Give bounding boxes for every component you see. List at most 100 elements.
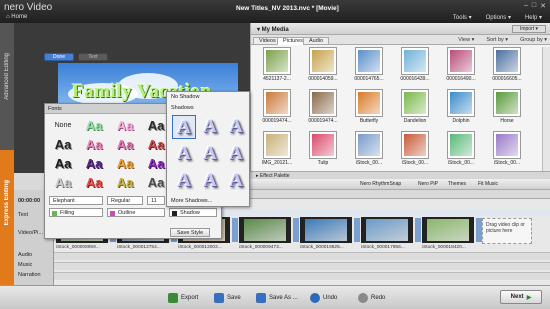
timeline-clip[interactable] [300,217,352,243]
menu-tools[interactable]: Tools ▾ [453,14,472,21]
my-media-header[interactable]: ▾ My Media [251,23,550,35]
media-item-label: 000019474... [262,118,292,124]
shadow-preset[interactable]: A [198,169,222,193]
export-button[interactable]: Export [168,292,198,304]
media-thumbnail [309,89,337,117]
timeline-clip[interactable] [422,217,474,243]
media-item[interactable]: iStock_00... [485,131,529,171]
media-item[interactable]: iStock_00... [439,131,483,171]
media-item[interactable]: Tulip [301,131,345,171]
done-button[interactable]: Done [44,53,74,61]
timecode: 00:00:00 [18,198,41,204]
font-style-none[interactable]: None [49,118,77,134]
media-item[interactable]: 000016605... [485,47,529,87]
font-style-select[interactable]: Regular [107,196,143,205]
font-style-preset[interactable]: Aa [80,175,108,191]
save-as-button[interactable]: Save As ... [256,292,298,304]
themes-button[interactable]: Themes [448,181,466,187]
font-style-preset[interactable]: Aa [49,137,77,153]
shadow-preset[interactable]: A [172,142,196,166]
media-item[interactable]: IMG_20121... [255,131,299,171]
media-item-label: 000014059... [308,76,338,82]
media-item-label: iStock_00... [401,160,429,166]
media-item[interactable]: 4521137-2... [255,47,299,87]
timeline-clip[interactable] [239,217,291,243]
shadow-preset[interactable]: A [172,115,196,139]
tab-audio[interactable]: Audio [303,37,330,45]
audio-track-lane[interactable] [54,252,550,260]
media-item[interactable]: Dolphin [439,89,483,129]
font-style-preset[interactable]: Aa [111,156,139,172]
group-by-menu[interactable]: Group by ▾ [520,37,547,43]
media-thumbnail [263,131,291,159]
media-grid: 4521137-2... 000014059... 000014765... 0000… [255,47,540,208]
text-button[interactable]: Text [78,53,108,61]
media-item-label: IMG_20121... [261,160,293,166]
no-shadow-option[interactable]: No Shadow [171,94,199,100]
transition-slot[interactable] [415,218,421,242]
media-item[interactable]: iStock_00... [393,131,437,171]
shadow-preset[interactable]: A [198,142,222,166]
font-style-preset[interactable]: Aa [49,156,77,172]
save-style-button[interactable]: Save Style [170,228,210,237]
media-thumbnail [309,47,337,75]
media-item-label: Butterfly [359,118,379,124]
transition-slot[interactable] [354,218,360,242]
express-editing-tab[interactable]: Express Editing [0,150,14,285]
next-button[interactable]: Next ▶ [500,290,542,304]
media-item[interactable]: iStock_00... [347,131,391,171]
shadow-preset[interactable]: A [224,115,248,139]
fill-select[interactable]: Filling [49,208,103,217]
save-button[interactable]: Save [214,292,241,304]
font-style-preset[interactable]: Aa [111,137,139,153]
media-item[interactable]: Dandelion [393,89,437,129]
music-track-lane[interactable] [54,262,550,270]
menu-options[interactable]: Options ▾ [486,14,511,21]
shadow-preset[interactable]: A [198,115,222,139]
media-item[interactable]: 000019474... [301,89,345,129]
drop-zone[interactable]: Drag video clip or picture here [482,218,532,244]
menu-help[interactable]: Help ▾ [525,14,542,21]
fit-music-button[interactable]: Fit Music [478,181,498,187]
close-icon[interactable]: ✕ [540,2,546,10]
timeline-clip[interactable] [361,217,413,243]
redo-button[interactable]: Redo [358,292,385,304]
rhythmsnap-button[interactable]: Nero RhythmSnap [360,181,401,187]
media-item[interactable]: 000016439... [393,47,437,87]
transition-slot[interactable] [232,218,238,242]
narration-track-lane[interactable] [54,272,550,280]
shadow-select[interactable]: Shadow [169,208,217,217]
transition-slot[interactable] [293,218,299,242]
font-style-preset[interactable]: Aa [80,156,108,172]
font-style-preset[interactable]: Aa [80,137,108,153]
more-shadows-link[interactable]: More Shadows... [171,198,212,204]
media-item[interactable]: 000014059... [301,47,345,87]
undo-button[interactable]: Undo [310,292,337,304]
media-scrollbar[interactable] [542,47,550,171]
media-item[interactable]: 000014765... [347,47,391,87]
media-item[interactable]: Horse [485,89,529,129]
media-item[interactable]: 000019474... [255,89,299,129]
font-style-preset[interactable]: Aa [49,175,77,191]
font-style-preset[interactable]: Aa [80,118,108,134]
view-menu[interactable]: View ▾ [458,37,474,43]
media-item-label: 000019474... [308,118,338,124]
pip-button[interactable]: Nero PiP [418,181,438,187]
media-item[interactable]: 000016490... [439,47,483,87]
font-style-preset[interactable]: Aa [111,175,139,191]
font-style-preset[interactable]: Aa [111,118,139,134]
import-button[interactable]: Import ▾ [512,25,546,33]
shadow-preset[interactable]: A [224,169,248,193]
font-family-select[interactable]: Elephant [49,196,103,205]
clip-label: iStock_000017956... [361,245,405,250]
font-size-select[interactable]: 11 [147,196,165,205]
minimize-icon[interactable]: – [524,2,528,10]
maximize-icon[interactable]: □ [532,2,536,10]
outline-select[interactable]: Outline [107,208,165,217]
shadow-preset[interactable]: A [224,142,248,166]
home-link[interactable]: ⌂ Home [6,14,27,20]
shadow-preset[interactable]: A [172,169,196,193]
media-item[interactable]: Butterfly [347,89,391,129]
sort-by-menu[interactable]: Sort by ▾ [486,37,508,43]
effect-palette-bar[interactable]: ▸ Effect Palette [250,171,550,179]
